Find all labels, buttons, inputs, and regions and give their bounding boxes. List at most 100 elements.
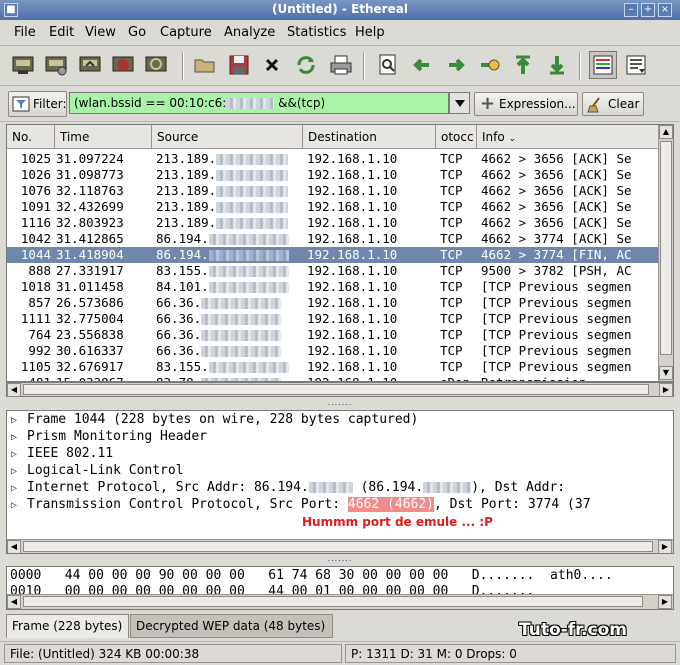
colorize-icon[interactable] [589,51,617,79]
table-row[interactable]: 1018 31.011458 84.101. 192.168.1.10 TCP [TCP … [7,279,658,295]
expander-icon[interactable]: ▷ [11,481,27,497]
maximize-icon[interactable]: + [641,3,655,17]
scroll-left-icon[interactable]: ◀ [7,595,21,609]
packet-details[interactable]: ▷ Frame 1044 (228 bytes on wire, 228 byte… [6,410,674,554]
table-row[interactable]: 888 27.331917 83.155. 192.168.1.10 TCP 9500 >… [7,263,658,279]
scroll-thumb[interactable] [660,141,672,355]
pane-splitter[interactable]: ....... [0,399,680,408]
capture-stop-icon[interactable] [110,52,136,78]
table-row[interactable]: 1111 32.775004 66.36. 192.168.1.10 TCP [TCP P… [7,311,658,327]
open-folder-icon[interactable] [192,52,218,78]
packet-list-vscrollbar[interactable]: ▲ ▼ [658,125,673,381]
scroll-left-icon[interactable]: ◀ [7,540,21,553]
table-row[interactable]: 1105 32.676917 83.155. 192.168.1.10 TCP [TCP … [7,359,658,375]
auto-scroll-icon[interactable] [623,52,649,78]
hex-row: 0000 44 00 00 00 90 00 00 00 61 74 68 30… [10,568,613,583]
scroll-right-icon[interactable]: ▶ [658,595,672,609]
annotation-text: Hummm port de emule ... :P [302,515,493,529]
menu-help[interactable]: Help [355,25,385,40]
tab-decrypted-wep[interactable]: Decrypted WEP data (48 bytes) [130,614,333,638]
column-source[interactable]: Source [152,125,303,149]
menu-edit[interactable]: Edit [49,25,74,40]
clear-button[interactable]: Clear [582,92,644,116]
packet-list[interactable]: No. Time Source Destination otocc Info ⌄… [6,124,674,382]
capture-start-icon[interactable] [77,52,103,78]
capture-options-icon[interactable] [43,52,69,78]
interfaces-icon[interactable] [10,52,36,78]
menu-analyze[interactable]: Analyze [224,25,275,40]
column-no[interactable]: No. [7,125,55,149]
find-packet-icon[interactable] [375,52,401,78]
first-packet-icon[interactable] [510,52,536,78]
filter-input[interactable]: (wlan.bssid == 00:10:c6: &&(tcp) [69,92,449,114]
detail-frame[interactable]: ▷ Frame 1044 (228 bytes on wire, 228 byte… [11,412,418,429]
source-text: 213.189. [156,151,217,166]
cell-info: 4662 > 3656 [ACK] Se [481,183,632,198]
table-row[interactable]: 1116 32.803923 213.189. 192.168.1.10 TCP 4662… [7,215,658,231]
table-row[interactable]: 1026 31.098773 213.189. 192.168.1.10 TCP 4662… [7,167,658,183]
expander-icon[interactable]: ▷ [11,447,27,463]
hscroll-thumb[interactable] [23,541,653,552]
expander-icon[interactable]: ▷ [11,430,27,446]
detail-ieee[interactable]: ▷ IEEE 802.11 [11,446,113,463]
cell-proto: TCP [440,199,463,214]
table-row[interactable]: 992 30.616337 66.36. 192.168.1.10 TCP [TCP Pr… [7,343,658,359]
column-protocol[interactable]: otocc [436,125,477,149]
tab-frame[interactable]: Frame (228 bytes) [6,614,129,638]
table-row[interactable]: 1042 31.412865 86.194. 192.168.1.10 TCP 4662 … [7,231,658,247]
hscroll-thumb[interactable] [23,384,649,395]
column-destination[interactable]: Destination [303,125,436,149]
detail-llc[interactable]: ▷ Logical-Link Control [11,463,184,480]
menu-view[interactable]: View [85,25,116,40]
packet-list-hscrollbar[interactable]: ◀ ▶ [6,382,674,397]
table-row[interactable]: 1025 31.097224 213.189. 192.168.1.10 TCP 4662… [7,151,658,167]
go-back-icon[interactable] [409,52,435,78]
table-row[interactable]: 857 26.573686 66.36. 192.168.1.10 TCP [TCP Pr… [7,295,658,311]
table-row[interactable]: 764 23.556838 66.36. 192.168.1.10 TCP [TCP Pr… [7,327,658,343]
column-time[interactable]: Time [55,125,152,149]
bytes-hscrollbar[interactable]: ◀ ▶ [7,594,673,609]
table-row[interactable]: 1076 32.118763 213.189. 192.168.1.10 TCP 4662… [7,183,658,199]
expander-icon[interactable]: ▷ [11,413,27,429]
packet-bytes[interactable]: 0000 44 00 00 00 90 00 00 00 61 74 68 30… [6,566,674,610]
hscroll-thumb[interactable] [23,596,643,607]
last-packet-icon[interactable] [544,52,570,78]
save-icon[interactable] [226,52,252,78]
scroll-right-icon[interactable]: ▶ [658,540,672,553]
table-row[interactable]: 481 15.033867 83.78. 192.168.1.10 eDon Retran… [7,375,658,381]
expander-icon[interactable]: ▷ [11,464,27,480]
menu-statistics[interactable]: Statistics [287,25,346,40]
cell-time: 26.573686 [56,295,124,310]
menu-go[interactable]: Go [128,25,146,40]
scroll-left-icon[interactable]: ◀ [7,383,21,397]
filter-button[interactable]: Filter: [8,91,67,117]
cell-src: 66.36. [156,311,301,327]
minimize-icon[interactable]: – [624,3,638,17]
table-row[interactable]: 1091 32.432699 213.189. 192.168.1.10 TCP 4662… [7,199,658,215]
cell-no: 888 [28,263,51,278]
menu-file[interactable]: File [14,25,36,40]
redacted-ip [201,330,282,341]
scroll-up-icon[interactable]: ▲ [659,125,673,139]
detail-prism[interactable]: ▷ Prism Monitoring Header [11,429,207,446]
detail-tcp[interactable]: ▷ Transmission Control Protocol, Src Port… [11,497,591,514]
details-hscrollbar[interactable]: ◀ ▶ [7,539,673,553]
redacted-ip [216,218,289,229]
print-icon[interactable] [328,52,354,78]
capture-restart-icon[interactable] [143,52,169,78]
scroll-down-icon[interactable]: ▼ [659,366,673,380]
expander-icon[interactable]: ▷ [11,498,27,514]
expression-button[interactable]: + Expression... [474,92,578,116]
go-to-packet-icon[interactable] [477,52,503,78]
menu-capture[interactable]: Capture [160,25,212,40]
column-info[interactable]: Info ⌄ [477,125,658,149]
scroll-right-icon[interactable]: ▶ [659,383,673,397]
close-icon[interactable]: × [658,3,672,17]
reload-icon[interactable] [293,52,319,78]
go-forward-icon[interactable] [443,52,469,78]
close-file-icon[interactable] [259,52,285,78]
table-row[interactable]: 1044 31.418904 86.194. 192.168.1.10 TCP 4662 … [7,247,658,263]
filter-dropdown-button[interactable] [449,92,470,114]
pane-splitter[interactable]: ....... [0,555,680,564]
detail-ip[interactable]: ▷ Internet Protocol, Src Addr: 86.194. (8… [11,480,565,497]
